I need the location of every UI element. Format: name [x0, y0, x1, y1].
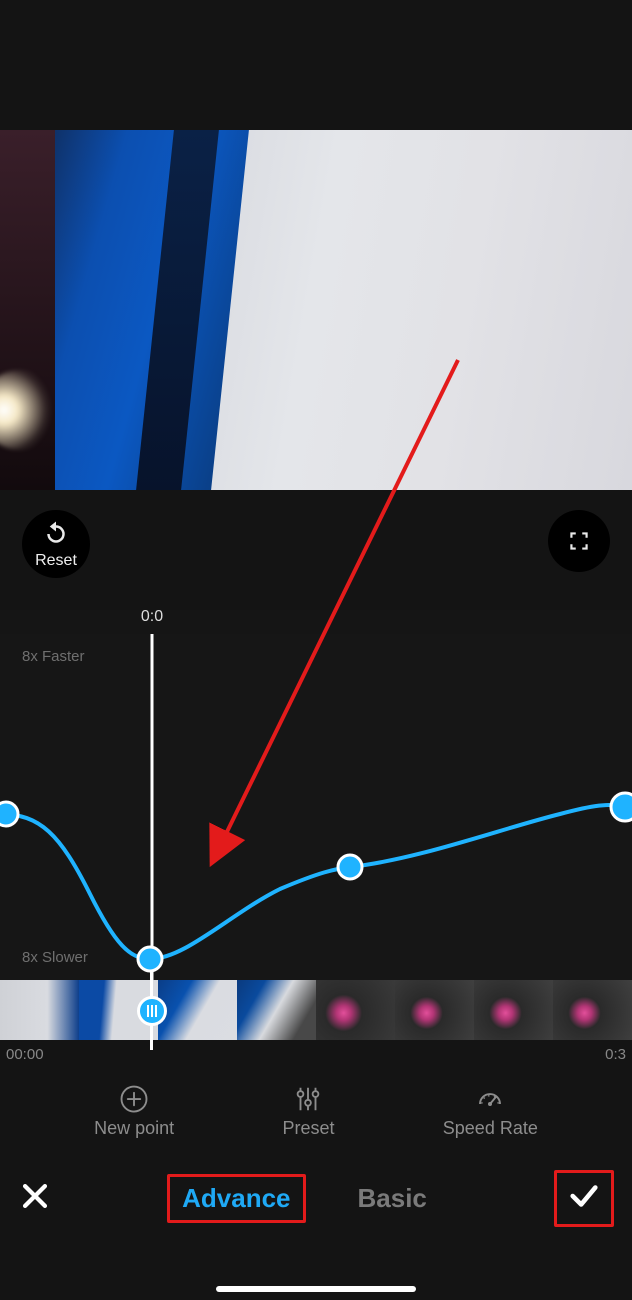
timeline-times: 00:00 0:3 [0, 1040, 632, 1063]
close-icon [18, 1179, 52, 1213]
timeline-thumbnails[interactable] [0, 980, 632, 1040]
video-frame [0, 130, 632, 490]
tab-advance[interactable]: Advance [167, 1174, 305, 1223]
thumbnail[interactable] [553, 980, 632, 1040]
thumbnail[interactable] [0, 980, 79, 1040]
speed-curve-svg [0, 634, 632, 980]
preset-label: Preset [282, 1118, 334, 1139]
speed-rate-button[interactable]: Speed Rate [443, 1084, 538, 1139]
cancel-button[interactable] [18, 1179, 52, 1218]
reset-icon [41, 519, 71, 554]
plus-circle-icon [119, 1084, 149, 1114]
home-indicator[interactable] [216, 1286, 416, 1292]
reset-button[interactable]: Reset [22, 510, 90, 578]
confirm-button[interactable] [567, 1179, 601, 1218]
new-point-button[interactable]: New point [94, 1084, 174, 1139]
preview-controls: Reset [0, 490, 632, 610]
speed-curve-path[interactable] [0, 805, 632, 959]
curve-point-4[interactable] [611, 793, 632, 821]
timeline-start: 00:00 [6, 1046, 44, 1063]
timeline-end: 0:3 [605, 1046, 626, 1063]
thumbnail[interactable] [316, 980, 395, 1040]
thumbnail[interactable] [158, 980, 237, 1040]
thumbnail[interactable] [237, 980, 316, 1040]
curve-point-1[interactable] [0, 802, 18, 826]
gauge-icon [475, 1084, 505, 1114]
thumbnail[interactable] [395, 980, 474, 1040]
tab-basic[interactable]: Basic [346, 1177, 439, 1220]
new-point-label: New point [94, 1118, 174, 1139]
playhead-time: 0:0 [127, 608, 177, 626]
sliders-icon [293, 1084, 323, 1114]
fullscreen-icon [566, 528, 592, 554]
fullscreen-button[interactable] [548, 510, 610, 572]
video-preview[interactable] [0, 130, 632, 490]
confirm-highlight [554, 1170, 614, 1227]
thumbnail[interactable] [474, 980, 553, 1040]
mode-tabs: Advance Basic [167, 1174, 439, 1223]
curve-point-3[interactable] [338, 855, 362, 879]
app-root: Reset 0:0 8x Faster 8x Slower [0, 0, 632, 1300]
speed-toolbar: New point Preset Speed Rate [0, 1063, 632, 1153]
reset-label: Reset [35, 552, 77, 570]
preset-button[interactable]: Preset [282, 1084, 334, 1139]
curve-point-2[interactable] [138, 947, 162, 971]
check-icon [567, 1179, 601, 1213]
top-status-gap [0, 0, 632, 130]
speed-graph[interactable]: 8x Faster 8x Slower [0, 634, 632, 980]
speed-rate-label: Speed Rate [443, 1118, 538, 1139]
bottom-bar: Advance Basic [0, 1153, 632, 1243]
speed-curve-panel: 0:0 8x Faster 8x Slower [0, 610, 632, 980]
timeline-playhead-knob[interactable] [137, 996, 167, 1026]
